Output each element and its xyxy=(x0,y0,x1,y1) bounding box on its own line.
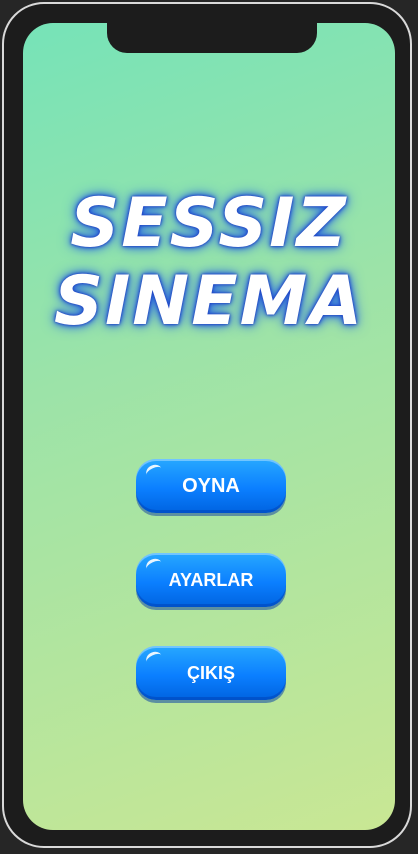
play-button[interactable]: OYNA xyxy=(136,459,286,513)
title-line-1: SESSIZ xyxy=(70,184,348,263)
exit-button[interactable]: ÇIKIŞ xyxy=(136,646,286,700)
settings-button[interactable]: AYARLAR xyxy=(136,553,286,607)
exit-button-label: ÇIKIŞ xyxy=(186,662,235,683)
app-screen xyxy=(23,23,395,830)
button-shine-icon xyxy=(144,556,164,575)
game-title: SESSIZ SINEMA xyxy=(0,184,418,342)
button-shine-icon xyxy=(144,462,164,481)
phone-notch xyxy=(107,23,317,53)
title-line-2: SINEMA xyxy=(54,262,364,342)
settings-button-label: AYARLAR xyxy=(168,569,254,590)
play-button-label: OYNA xyxy=(182,474,240,497)
button-shine-icon xyxy=(144,649,164,668)
